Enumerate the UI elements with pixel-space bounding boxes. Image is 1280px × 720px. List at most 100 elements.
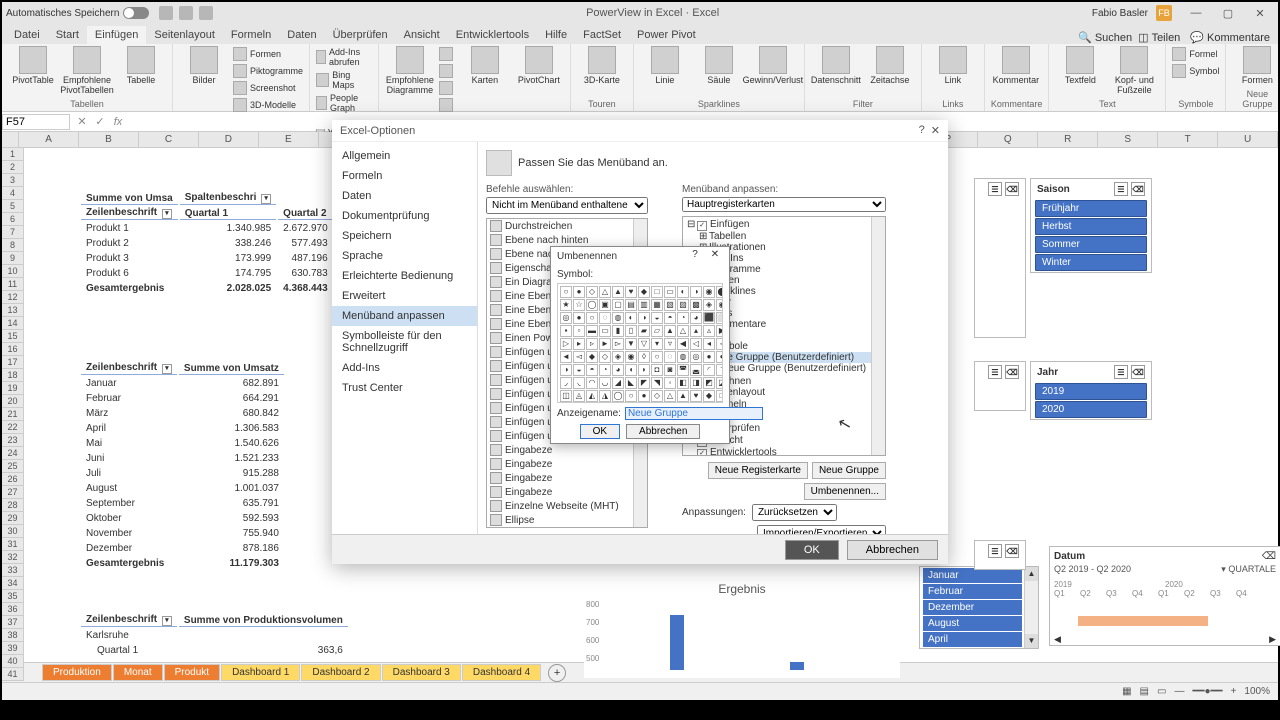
options-category[interactable]: Erweitert <box>332 286 477 306</box>
symbol-item[interactable]: ◬ <box>573 390 585 402</box>
tab-einfügen[interactable]: Einfügen <box>87 26 146 44</box>
zoom-level[interactable]: 100% <box>1244 686 1270 697</box>
symbol-item[interactable]: △ <box>664 390 676 402</box>
symbol-item[interactable]: ◤ <box>638 377 650 389</box>
import-export-combo[interactable]: Importieren/Exportieren <box>757 525 886 534</box>
symbol-item[interactable]: ◀ <box>677 338 689 350</box>
symbol-item[interactable]: ○ <box>586 312 598 324</box>
new-group-button[interactable]: Neue Gruppe <box>812 462 886 479</box>
timeline-datum[interactable]: Datum⌫ Q2 2019 - Q2 2020QUARTALE ▾ 20192… <box>1049 546 1280 646</box>
bar-chart[interactable]: Ergebnis 800700600500 <box>584 578 900 678</box>
autosave-toggle[interactable]: Automatisches Speichern <box>6 7 149 19</box>
slicer-jahr[interactable]: Jahr☰⌫20192020 <box>1030 361 1152 420</box>
tab-power pivot[interactable]: Power Pivot <box>629 26 704 44</box>
save-icon[interactable] <box>159 6 173 20</box>
user-name[interactable]: Fabio Basler <box>1092 8 1148 19</box>
symbol-item[interactable]: ○ <box>651 351 663 363</box>
symbol-item[interactable]: ◦ <box>664 377 676 389</box>
symbol-item[interactable]: ◡ <box>599 377 611 389</box>
timeline-scroll-left[interactable]: ◀ <box>1054 634 1061 645</box>
symbol-item[interactable]: ◞ <box>560 377 572 389</box>
slicer-item[interactable]: Januar <box>923 568 1022 583</box>
symbol-item[interactable]: ◎ <box>690 351 702 363</box>
symbol-item[interactable]: ◈ <box>612 351 624 363</box>
display-name-input[interactable] <box>625 407 763 420</box>
minimize-icon[interactable]: — <box>1182 3 1210 23</box>
symbol-item[interactable]: ◑ <box>560 364 572 376</box>
ribbon-bilder[interactable]: Bilder <box>179 46 229 86</box>
symbol-item[interactable]: ◝ <box>716 364 723 376</box>
ribbon-empfohlene-diagramme[interactable]: Empfohlene Diagramme <box>385 46 435 96</box>
comments-button[interactable]: 💬 Kommentare <box>1190 31 1270 44</box>
symbol-item[interactable]: ▬ <box>586 325 598 337</box>
symbol-item[interactable]: ◌ <box>664 351 676 363</box>
symbol-item[interactable]: ◂ <box>703 338 715 350</box>
slicer-saison[interactable]: Saison☰⌫FrühjahrHerbstSommerWinter <box>1030 178 1152 273</box>
options-category-list[interactable]: AllgemeinFormelnDatenDokumentprüfungSpei… <box>332 142 478 534</box>
symbol-item[interactable]: ◗ <box>638 364 650 376</box>
ribbon-add-ins-abrufen[interactable]: Add-Ins abrufen <box>316 46 372 68</box>
tab-hilfe[interactable]: Hilfe <box>537 26 575 44</box>
chart-bar[interactable] <box>790 662 804 670</box>
tab-factset[interactable]: FactSet <box>575 26 629 44</box>
command-item[interactable]: Eingabeze <box>487 485 647 499</box>
symbol-item[interactable]: ◊ <box>638 351 650 363</box>
ribbon-bing-maps[interactable]: Bing Maps <box>316 69 372 91</box>
tab-datei[interactable]: Datei <box>6 26 48 44</box>
symbol-item[interactable]: ▮ <box>612 325 624 337</box>
maximize-icon[interactable]: ▢ <box>1214 3 1242 23</box>
symbol-item[interactable]: ● <box>573 312 585 324</box>
slicer-hidden2[interactable]: ☰⌫ <box>974 361 1026 411</box>
command-item[interactable]: Einzelne Webseite (MHT) <box>487 499 647 513</box>
multiselect-icon[interactable]: ☰ <box>988 544 1002 558</box>
tab-start[interactable]: Start <box>48 26 87 44</box>
symbol-item[interactable]: ◒ <box>573 364 585 376</box>
symbol-item[interactable]: ⬤ <box>716 286 723 298</box>
ribbon-linie[interactable]: Linie <box>640 46 690 86</box>
symbol-item[interactable]: ▲ <box>677 390 689 402</box>
symbol-item[interactable]: ▤ <box>625 299 637 311</box>
symbol-item[interactable]: ▲ <box>612 286 624 298</box>
symbol-item[interactable]: ★ <box>560 299 572 311</box>
tab-seitenlayout[interactable]: Seitenlayout <box>146 26 223 44</box>
options-category[interactable]: Sprache <box>332 246 477 266</box>
slicer-item[interactable]: Frühjahr <box>1035 200 1147 217</box>
slicer-hidden3[interactable]: ☰⌫ <box>974 540 1026 570</box>
symbol-item[interactable]: ⬜ <box>716 312 723 324</box>
symbol-item[interactable]: ◯ <box>586 299 598 311</box>
slicer-item[interactable]: Dezember <box>923 600 1022 615</box>
symbol-item[interactable]: ◆ <box>703 390 715 402</box>
command-item[interactable]: Eingabeze <box>487 443 647 457</box>
view-pagebreak-icon[interactable]: ▭ <box>1157 686 1166 697</box>
view-pagelayout-icon[interactable]: ▤ <box>1140 686 1149 697</box>
symbol-item[interactable]: ▴ <box>690 325 702 337</box>
slicer-item[interactable]: August <box>923 616 1022 631</box>
symbol-item[interactable]: ▶ <box>716 325 723 337</box>
tree-node[interactable]: ✓Entwicklertools <box>685 447 883 456</box>
options-category[interactable]: Speichern <box>332 226 477 246</box>
scroll-up-icon[interactable]: ▲ <box>1025 567 1038 581</box>
timeline-range-bar[interactable] <box>1078 616 1208 626</box>
symbol-item[interactable]: ◎ <box>560 312 572 324</box>
symbol-item[interactable]: ◆ <box>638 286 650 298</box>
clear-filter-icon[interactable]: ⌫ <box>1005 544 1019 558</box>
clear-filter-icon[interactable]: ⌫ <box>1005 365 1019 379</box>
symbol-item[interactable]: ▪ <box>560 325 572 337</box>
clear-filter-icon[interactable]: ⌫ <box>1262 551 1276 562</box>
slicer-item[interactable]: Winter <box>1035 254 1147 271</box>
symbol-item[interactable]: ▢ <box>612 299 624 311</box>
options-category[interactable]: Menüband anpassen <box>332 306 477 326</box>
tab-entwicklertools[interactable]: Entwicklertools <box>448 26 537 44</box>
symbol-item[interactable]: ◮ <box>599 390 611 402</box>
ribbon-screenshot[interactable]: Screenshot <box>233 80 303 96</box>
cancel-button[interactable]: Abbrechen <box>626 424 700 439</box>
symbol-item[interactable]: ◐ <box>677 286 689 298</box>
slicer-item[interactable]: 2019 <box>1035 383 1147 400</box>
options-category[interactable]: Allgemein <box>332 146 477 166</box>
symbol-item[interactable]: ◉ <box>716 299 723 311</box>
new-tab-button[interactable]: Neue Registerkarte <box>708 462 808 479</box>
ribbon-formen[interactable]: Formen <box>1232 46 1280 86</box>
ribbon-pivotchart[interactable]: PivotChart <box>514 46 564 86</box>
symbol-item[interactable]: △ <box>599 286 611 298</box>
toggle-icon[interactable] <box>123 7 149 19</box>
